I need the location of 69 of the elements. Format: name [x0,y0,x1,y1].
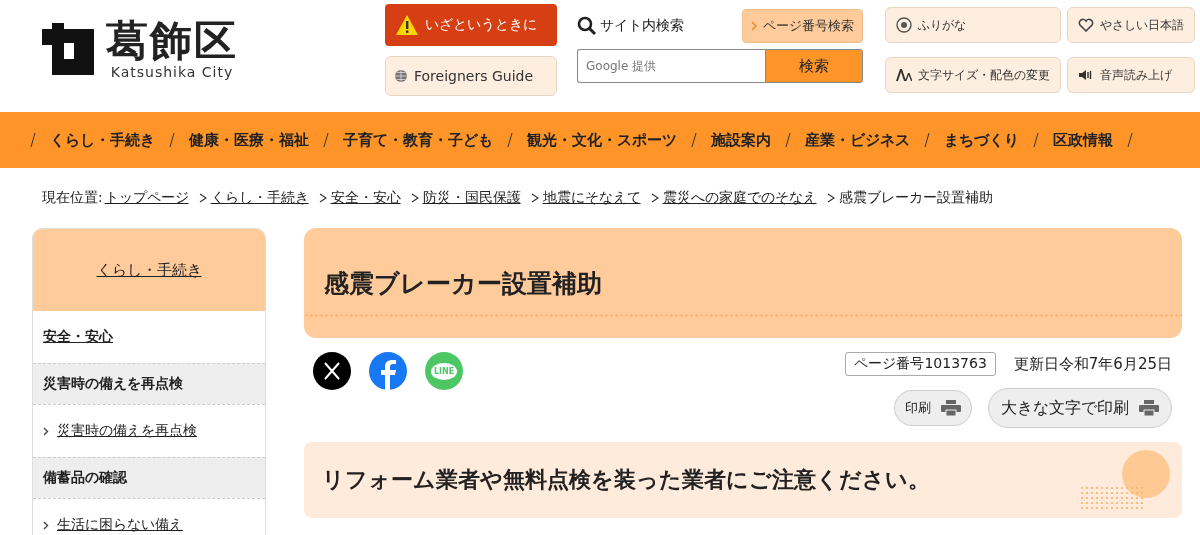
search-icon [577,16,597,36]
furigana-button[interactable]: ふりがな [885,7,1061,43]
nav-divider [785,133,791,147]
logo-subtitle: Katsushika City [110,64,234,80]
nav-divider [507,133,513,147]
nav-link[interactable]: 子育て・教育・子ども [343,130,493,150]
facebook-share-icon[interactable] [369,352,407,390]
breadcrumb-link[interactable]: 地震にそなえて [542,189,641,207]
sidebar-section-link[interactable]: 安全・安心 [43,328,113,346]
logo-icon [40,23,96,75]
nav-link[interactable]: くらし・手続き [50,130,155,150]
heart-icon [1078,18,1094,32]
sidebar-heading: 災害時の備えを再点検 [33,363,265,404]
easy-button[interactable]: やさしい日本語 [1067,7,1195,43]
chevron-icon [410,193,419,203]
speaker-icon [1078,69,1094,81]
nav-link[interactable]: 区政情報 [1053,130,1113,150]
chevron-icon [751,21,757,31]
breadcrumb-link[interactable]: 震災への家庭でのそなえ [662,189,817,207]
nav-divider [1127,133,1133,147]
breadcrumb-current: 感震ブレーカー設置補助 [838,189,993,207]
nav-link[interactable]: 観光・文化・スポーツ [527,130,677,150]
chevron-icon [318,193,327,203]
breadcrumb-link[interactable]: トップページ [104,189,189,207]
nav-divider [169,133,175,147]
nav-link[interactable]: 産業・ビジネス [805,130,910,150]
print-button[interactable]: 印刷 [894,390,972,426]
warning-icon [395,14,419,36]
large-print-button[interactable]: 大きな文字で印刷 [988,388,1172,428]
printer-icon [1139,400,1159,416]
sidebar-title-link[interactable]: くらし・手続き [96,260,202,280]
breadcrumb-link[interactable]: くらし・手続き [210,189,309,207]
page-number-search-button[interactable]: ページ番号検索 [742,9,863,43]
nav-divider [30,133,36,147]
page-number: ページ番号1013763 [845,352,996,376]
sidebar-link[interactable]: 生活に困らない備え [57,516,183,534]
page-title: 感震ブレーカー設置補助 [324,267,602,300]
textsize-button[interactable]: 文字サイズ・配色の変更 [885,57,1061,93]
nav-divider [323,133,329,147]
search-field[interactable]: Google 提供 [577,49,765,83]
chevron-icon [43,520,49,530]
nav-divider [691,133,697,147]
search-button[interactable]: 検索 [765,49,863,83]
dots-decoration-icon [1080,448,1172,512]
nav-link[interactable]: まちづくり [944,130,1019,150]
notice-heading: リフォーム業者や無料点検を装った業者にご注意ください。 [322,466,930,494]
sidebar-link[interactable]: 災害時の備えを再点検 [57,422,197,440]
x-share-icon[interactable] [313,352,351,390]
emergency-button[interactable]: いざというときに [385,4,557,46]
chevron-icon [43,426,49,436]
nav-link[interactable]: 施設案内 [711,130,771,150]
globe-icon [394,69,408,83]
speech-button[interactable]: 音声読み上げ [1067,57,1195,93]
site-search-label: サイト内検索 [600,17,684,35]
nav-divider [1033,133,1039,147]
chevron-icon [826,193,835,203]
foreigners-guide-button[interactable]: Foreigners Guide [385,56,557,96]
logo-name: 葛飾区 [106,18,238,64]
breadcrumb-label: 現在位置: [42,189,103,207]
chevron-icon [530,193,539,203]
chevron-icon [650,193,659,203]
printer-icon [941,400,961,416]
breadcrumb-link[interactable]: 安全・安心 [330,189,401,207]
nav-divider [924,133,930,147]
nav-link[interactable]: 健康・医療・福祉 [189,130,309,150]
chevron-icon [198,193,207,203]
updated-date: 更新日令和7年6月25日 [1013,354,1172,374]
breadcrumb-link[interactable]: 防災・国民保護 [422,189,521,207]
sidebar-heading: 備蓄品の確認 [33,457,265,498]
